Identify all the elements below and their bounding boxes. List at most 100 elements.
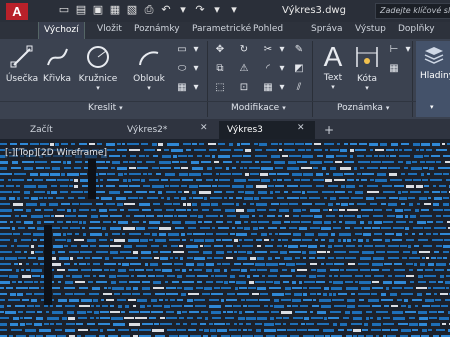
drawing-segment [157, 149, 161, 151]
undo-icon[interactable]: ↶ [159, 3, 173, 17]
region-icon[interactable]: ▦ [176, 82, 188, 94]
drawing-segment [255, 155, 267, 157]
drawing-segment [85, 257, 90, 259]
new-file-icon[interactable]: ▭ [57, 3, 71, 17]
modify-panel-title[interactable]: Modifikace ▾ [231, 103, 286, 113]
tab-manage[interactable]: Správa [311, 24, 342, 34]
drawing-segment [259, 143, 267, 146]
line-tool-button[interactable]: Úsečka [3, 43, 41, 84]
arc-tool-button[interactable]: Oblouk ▾ [130, 43, 168, 92]
drawing-segment [294, 179, 300, 181]
rotate-icon[interactable]: ↻ [238, 44, 250, 56]
save-icon[interactable]: ▣ [91, 3, 105, 17]
trim-dropdown-icon[interactable]: ▾ [276, 44, 288, 56]
scale-icon[interactable]: ⊡ [238, 82, 250, 94]
region-dropdown-icon[interactable]: ▾ [190, 82, 202, 94]
annotation-panel-expand-icon[interactable]: ▾ [386, 104, 390, 112]
viewport-controls-label[interactable]: [-][Top][2D Wireframe] [5, 148, 107, 158]
fillet-icon[interactable]: ◜ [262, 63, 274, 75]
text-tool-button[interactable]: A Text ▾ [318, 41, 348, 91]
drawing-segment [255, 263, 265, 266]
drawing-segment [365, 275, 371, 277]
polyline-tool-button[interactable]: Křivka [40, 43, 74, 84]
drawing-segment [92, 287, 100, 290]
drawing-segment [103, 221, 111, 223]
redo-icon[interactable]: ↷ [193, 3, 207, 17]
move-icon[interactable]: ✥ [214, 44, 226, 56]
layers-button[interactable]: Hladiny ▾ [416, 41, 450, 117]
drawing-segment [0, 281, 10, 284]
dimension-dropdown-icon[interactable]: ▾ [352, 84, 382, 92]
drawing-segment [226, 257, 233, 259]
doc-tab-start[interactable]: Začít [0, 121, 110, 139]
drawing-segment [163, 245, 167, 247]
web-save-icon[interactable]: ▧ [125, 3, 139, 17]
fillet-dropdown-icon[interactable]: ▾ [276, 63, 288, 75]
drawing-segment [181, 293, 186, 296]
text-dropdown-icon[interactable]: ▾ [318, 83, 348, 91]
explode-icon[interactable]: ◩ [293, 63, 305, 75]
drawing-segment [37, 221, 41, 224]
drawing-canvas[interactable]: [-][Top][2D Wireframe] [0, 139, 450, 337]
array-dropdown-icon[interactable]: ▾ [276, 82, 288, 94]
drawing-segment [386, 287, 389, 290]
layers-dropdown-icon[interactable]: ▾ [430, 103, 434, 111]
tab-addins[interactable]: Doplňky [398, 24, 435, 34]
customize-qat-icon[interactable]: ▾ [227, 3, 241, 17]
arc-dropdown-icon[interactable]: ▾ [130, 84, 168, 92]
tab-output[interactable]: Výstup [355, 24, 386, 34]
tab-annotate[interactable]: Poznámky [134, 24, 180, 34]
drawing-segment [165, 185, 169, 187]
leader-icon[interactable]: ⊢ [388, 44, 400, 56]
tab-insert[interactable]: Vložit [97, 24, 122, 34]
draw-panel-expand-icon[interactable]: ▾ [119, 104, 123, 112]
hatch-dropdown-icon[interactable]: ▾ [190, 63, 202, 75]
drawing-segment [146, 161, 155, 163]
drawing-segment [143, 221, 146, 223]
modify-panel-expand-icon[interactable]: ▾ [282, 104, 286, 112]
drawing-segment [431, 305, 440, 307]
drawing-segment [30, 173, 38, 176]
tab-parametric[interactable]: Parametrické [192, 24, 251, 34]
drawing-segment [35, 161, 47, 163]
hatch-icon[interactable]: ⬭ [176, 63, 188, 75]
tab-view[interactable]: Pohled [253, 24, 283, 34]
undo-dropdown-icon[interactable]: ▾ [176, 3, 190, 17]
mirror-icon[interactable]: ⚠ [238, 63, 250, 75]
tab-home[interactable]: Výchozí [38, 22, 85, 39]
close-icon[interactable]: ✕ [297, 123, 305, 133]
drawing-segment [338, 293, 347, 295]
close-icon[interactable]: ✕ [200, 123, 208, 133]
offset-icon[interactable]: ⫽ [293, 82, 305, 94]
array-icon[interactable]: ▦ [262, 82, 274, 94]
save-as-icon[interactable]: ▦ [108, 3, 122, 17]
drawing-segment [332, 299, 344, 301]
circle-tool-button[interactable]: Kružnice ▾ [76, 43, 120, 92]
circle-dropdown-icon[interactable]: ▾ [76, 84, 120, 92]
drawing-segment [422, 329, 427, 332]
drawing-segment [355, 191, 363, 194]
autocad-logo-icon[interactable]: A [6, 3, 28, 20]
panel-separator [207, 41, 208, 117]
search-input[interactable]: Zadejte klíčové slo [375, 3, 450, 19]
trim-icon[interactable]: ✂ [262, 44, 274, 56]
drawing-segment [72, 221, 78, 223]
table-icon[interactable]: ▦ [388, 63, 400, 75]
drawing-segment [370, 179, 374, 181]
drawing-segment [441, 191, 447, 193]
drawing-segment [345, 311, 350, 314]
rectangle-dropdown-icon[interactable]: ▾ [190, 44, 202, 56]
copy-icon[interactable]: ⧉ [214, 63, 226, 75]
rectangle-icon[interactable]: ▭ [176, 44, 188, 56]
draw-panel-title[interactable]: Kreslit ▾ [88, 103, 123, 113]
drawing-segment [210, 197, 222, 199]
annotation-panel-title[interactable]: Poznámka ▾ [337, 103, 389, 113]
stretch-icon[interactable]: ⬚ [214, 82, 226, 94]
dimension-tool-button[interactable]: Kóta ▾ [352, 43, 382, 92]
redo-dropdown-icon[interactable]: ▾ [210, 3, 224, 17]
erase-icon[interactable]: ✎ [293, 44, 305, 56]
print-icon[interactable]: ⎙ [142, 3, 156, 17]
open-folder-icon[interactable]: ▤ [74, 3, 88, 17]
drawing-segment [130, 263, 141, 265]
new-tab-button[interactable]: + [318, 121, 340, 139]
